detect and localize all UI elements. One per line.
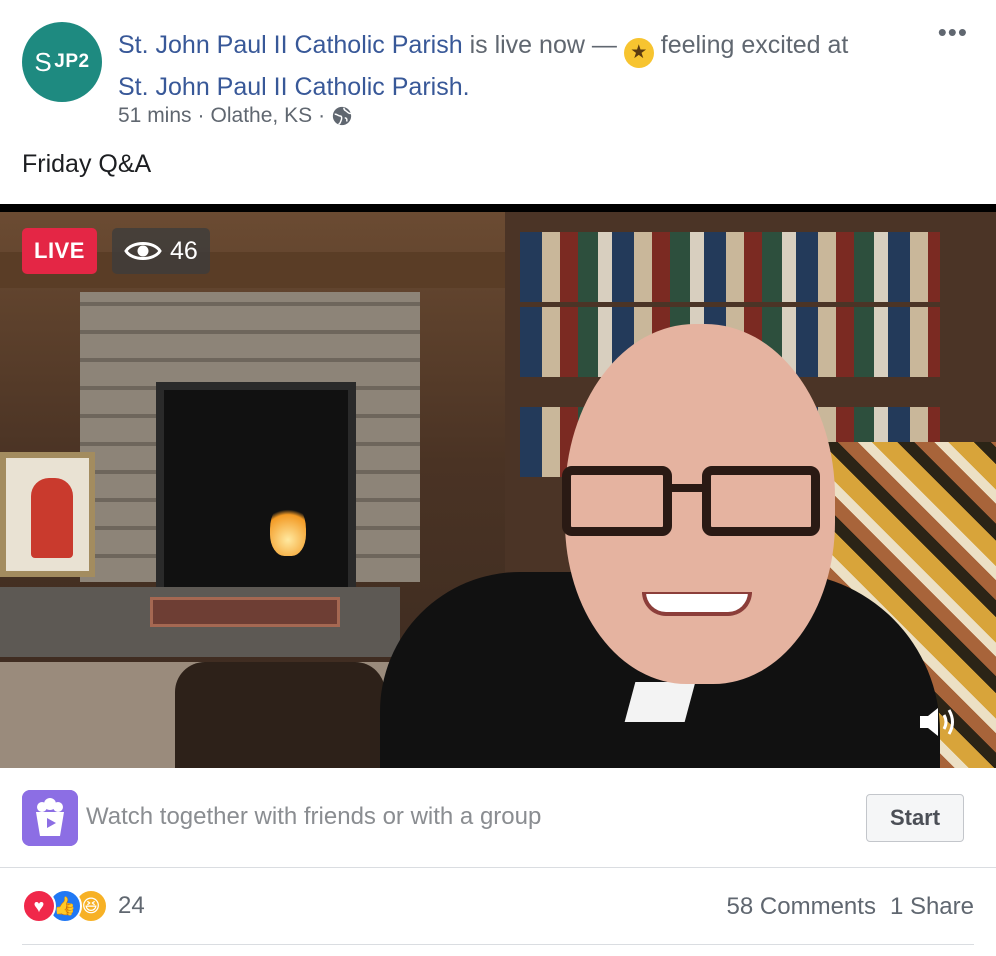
fireplace [156, 382, 356, 607]
post-header: S JP2 St. John Paul II Catholic Parish i… [22, 19, 974, 132]
glasses-lens [562, 466, 672, 536]
framed-portrait [0, 452, 95, 577]
shares-count-link[interactable]: 1 Share [890, 893, 974, 921]
glasses-bridge [670, 484, 704, 492]
feeling-text: feeling [660, 31, 735, 59]
post-message: Friday Q&A [22, 150, 152, 178]
meta-separator: · [197, 104, 205, 127]
smile [642, 592, 752, 616]
post-stats: ♥ 👍 😆 24 58 Comments 1 Share [22, 885, 974, 931]
comments-count-link[interactable]: 58 Comments [727, 893, 876, 921]
page-avatar[interactable]: S JP2 [22, 22, 102, 102]
avatar-text: JP2 [54, 51, 90, 72]
reaction-count[interactable]: 24 [118, 892, 145, 920]
post-time[interactable]: 51 mins [118, 104, 192, 128]
reactions-summary[interactable]: ♥ 👍 😆 24 [22, 889, 145, 923]
chair [175, 662, 385, 768]
location-page-link[interactable]: St. John Paul II Catholic Parish. [118, 73, 470, 101]
watch-party-bar: Watch together with friends or with a gr… [0, 768, 996, 868]
volume-icon[interactable] [916, 704, 960, 740]
eye-icon [124, 242, 162, 260]
fire-flame [270, 502, 306, 556]
love-reaction-icon: ♥ [22, 889, 56, 923]
viewer-count: 46 [170, 237, 198, 265]
start-watch-party-button[interactable]: Start [866, 794, 964, 842]
glasses-lens [702, 466, 820, 536]
glasses [562, 466, 824, 542]
watch-party-icon [22, 790, 78, 846]
viewer-count-badge: 46 [112, 228, 210, 274]
post-meta: 51 mins · Olathe, KS · [118, 104, 353, 128]
page-name-link[interactable]: St. John Paul II Catholic Parish [118, 31, 463, 59]
shelf-books [520, 232, 940, 302]
post-header-text: St. John Paul II Catholic Parish is live… [118, 26, 858, 106]
globe-icon[interactable] [331, 105, 353, 127]
engagement-counts: 58 Comments 1 Share [727, 893, 974, 921]
video-frame [0, 212, 996, 768]
live-badge: LIVE [22, 228, 97, 274]
divider [22, 944, 974, 945]
post-location[interactable]: Olathe, KS [211, 104, 313, 128]
live-video-player[interactable]: LIVE 46 [0, 204, 996, 768]
avatar-cross-text: S [34, 46, 53, 77]
feeling-value-text: excited at [741, 31, 849, 59]
watch-together-text: Watch together with friends or with a gr… [86, 803, 542, 830]
grinning-star-eyes-icon: ★ [623, 38, 654, 68]
clerical-collar [624, 682, 696, 722]
live-status-text: is live now — [469, 31, 617, 59]
rug [150, 597, 340, 627]
meta-separator: · [318, 104, 326, 127]
more-options-button[interactable]: ••• [938, 19, 968, 45]
